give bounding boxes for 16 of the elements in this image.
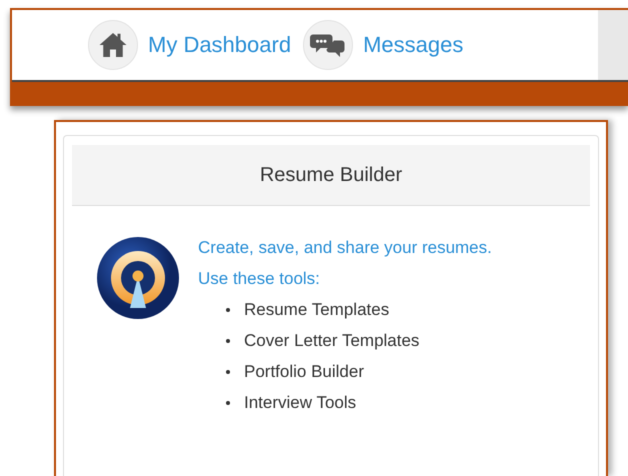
side-panel-edge bbox=[598, 10, 628, 80]
bullet-icon bbox=[226, 370, 230, 374]
tool-item: Cover Letter Templates bbox=[244, 330, 420, 352]
bullet-icon bbox=[226, 400, 230, 404]
card-title: Resume Builder bbox=[260, 164, 402, 186]
intro-text: Use these tools: bbox=[198, 268, 321, 290]
tool-item: Interview Tools bbox=[244, 392, 356, 414]
bullet-icon bbox=[226, 308, 230, 312]
nav-link[interactable]: My Dashboard bbox=[88, 20, 292, 70]
bullet-icon bbox=[226, 338, 230, 342]
intro-text: Create, save, and share your resumes. bbox=[198, 237, 492, 259]
tool-item: Resume Templates bbox=[244, 299, 390, 321]
nav-link[interactable]: Messages bbox=[303, 20, 464, 70]
home-icon bbox=[98, 30, 128, 60]
tool-item: Portfolio Builder bbox=[244, 361, 364, 383]
target-logo-icon bbox=[96, 236, 180, 320]
